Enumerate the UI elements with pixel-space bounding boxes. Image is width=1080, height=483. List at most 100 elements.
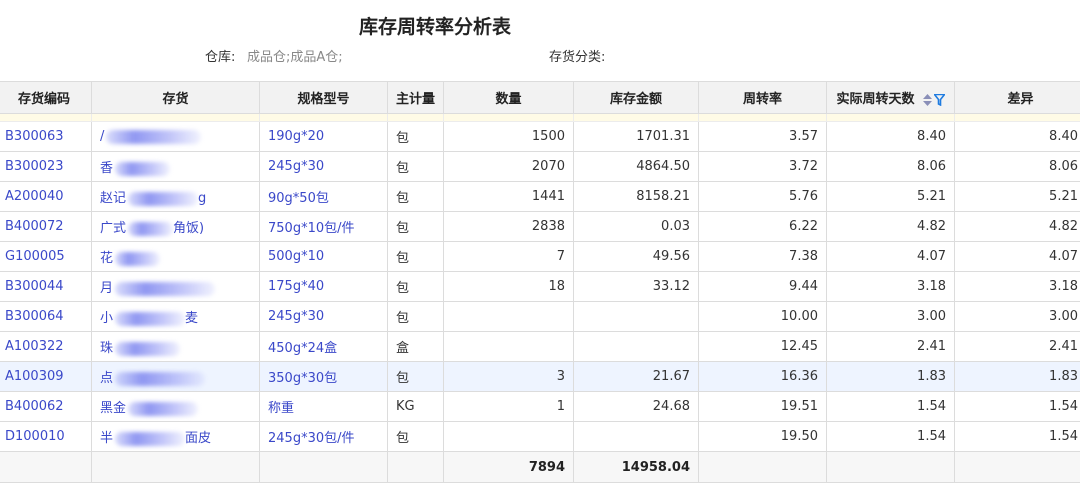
col-unit[interactable]: 主计量 xyxy=(387,81,444,114)
item-name-text: 小 xyxy=(100,311,114,326)
table-row[interactable]: B400072 广式 角饭) 750g*10包/件包 2838 0.03 6.22 4.82 4… xyxy=(0,211,1080,242)
diff-cell: 4.82 xyxy=(954,211,1080,242)
col-spec[interactable]: 规格型号 xyxy=(259,81,388,114)
redacted-text xyxy=(115,281,216,296)
item-code-cell[interactable]: G100005 xyxy=(0,241,92,272)
spec-cell[interactable]: 750g*10包/件 xyxy=(259,211,388,242)
item-name-cell[interactable]: 月 xyxy=(91,271,260,302)
item-name-tail: 面皮 xyxy=(185,431,212,446)
rate-cell: 19.51 xyxy=(698,391,827,422)
item-code-cell[interactable]: B300063 xyxy=(0,121,92,152)
total-empty-cell xyxy=(0,451,92,483)
item-code-cell[interactable]: B400072 xyxy=(0,211,92,242)
unit-cell: 包 xyxy=(387,181,444,212)
rate-cell: 5.76 xyxy=(698,181,827,212)
amount-cell: 1701.31 xyxy=(573,121,699,152)
table-row[interactable]: A200040 赵记 g 90g*50包包 1441 8158.21 5.76 5.21 5.2… xyxy=(0,181,1080,212)
item-name-cell[interactable]: 广式 角饭) xyxy=(91,211,260,242)
header-row: 存货编码 存货 规格型号 主计量 数量 库存金额 周转率 实际周转天数 差异 xyxy=(0,81,1080,114)
item-name-text: 花 xyxy=(100,251,114,266)
item-code-cell[interactable]: A100322 xyxy=(0,331,92,362)
redacted-text xyxy=(106,129,202,144)
item-name-cell[interactable]: 半 面皮 xyxy=(91,421,260,452)
item-code-cell[interactable]: B400062 xyxy=(0,391,92,422)
amount-cell xyxy=(573,421,699,452)
item-name-tail: 角饭) xyxy=(173,221,205,236)
spec-cell[interactable]: 245g*30 xyxy=(259,151,388,182)
days-cell: 3.18 xyxy=(826,271,955,302)
redacted-text xyxy=(128,401,199,416)
spec-cell[interactable]: 350g*30包 xyxy=(259,361,388,392)
spacer-row xyxy=(0,113,1080,122)
amount-cell: 0.03 xyxy=(573,211,699,242)
table-row[interactable]: B300023 香 245g*30 包 2070 4864.50 3.72 8.06 8.06 xyxy=(0,151,1080,182)
spec-cell[interactable]: 245g*30 xyxy=(259,301,388,332)
item-name-text: 月 xyxy=(100,281,114,296)
table-row[interactable]: D100010 半面皮 245g*30包/件包 19.50 1.54 1.54 xyxy=(0,421,1080,452)
table-row[interactable]: B300064 小麦 245g*30 包 10.00 3.00 3.00 xyxy=(0,301,1080,332)
item-code-cell[interactable]: A100309 xyxy=(0,361,92,392)
unit-cell: 包 xyxy=(387,121,444,152)
col-qty[interactable]: 数量 xyxy=(443,81,574,114)
spec-cell[interactable]: 175g*40 xyxy=(259,271,388,302)
item-name-cell[interactable]: 点 xyxy=(91,361,260,392)
item-name-cell[interactable]: / xyxy=(91,121,260,152)
spec-cell[interactable]: 90g*50包 xyxy=(259,181,388,212)
amount-cell: 49.56 xyxy=(573,241,699,272)
total-empty-cell xyxy=(259,451,388,483)
item-name-cell[interactable]: 珠 xyxy=(91,331,260,362)
qty-cell xyxy=(443,301,574,332)
item-name-cell[interactable]: 小麦 xyxy=(91,301,260,332)
amount-cell: 33.12 xyxy=(573,271,699,302)
item-name-text: 点 xyxy=(100,371,114,386)
diff-cell: 2.41 xyxy=(954,331,1080,362)
sort-updown-icon[interactable] xyxy=(922,93,932,106)
spec-cell[interactable]: 称重 xyxy=(259,391,388,422)
redacted-text xyxy=(115,371,206,386)
days-cell: 1.54 xyxy=(826,421,955,452)
col-days[interactable]: 实际周转天数 xyxy=(826,81,955,114)
item-name-cell[interactable]: 香 xyxy=(91,151,260,182)
redacted-text xyxy=(128,221,174,236)
rate-cell: 9.44 xyxy=(698,271,827,302)
warehouse-value[interactable]: 成品仓;成品A仓; xyxy=(247,46,343,65)
qty-cell: 2070 xyxy=(443,151,574,182)
spec-cell[interactable]: 190g*20 xyxy=(259,121,388,152)
item-name-cell[interactable]: 花 xyxy=(91,241,260,272)
days-cell: 4.82 xyxy=(826,211,955,242)
days-cell: 2.41 xyxy=(826,331,955,362)
col-diff[interactable]: 差异 xyxy=(954,81,1080,114)
table-row[interactable]: B300063/190g*20 包 1500 1701.31 3.57 8.40 8.40 xyxy=(0,121,1080,152)
total-empty-cell xyxy=(387,451,444,483)
col-code[interactable]: 存货编码 xyxy=(0,81,92,114)
col-item[interactable]: 存货 xyxy=(91,81,260,114)
table-row[interactable]: A100309 点 350g*30包包 3 21.67 16.36 1.83 1.83 xyxy=(0,361,1080,392)
diff-cell: 4.07 xyxy=(954,241,1080,272)
item-name-cell[interactable]: 黑金 xyxy=(91,391,260,422)
redacted-text xyxy=(115,341,181,356)
table-row[interactable]: B300044 月 175g*40 包 18 33.12 9.44 3.18 3.18 xyxy=(0,271,1080,302)
unit-cell: 包 xyxy=(387,271,444,302)
days-cell: 5.21 xyxy=(826,181,955,212)
table-row[interactable]: A100322 珠 450g*24盒盒 12.45 2.41 2.41 xyxy=(0,331,1080,362)
spec-cell[interactable]: 450g*24盒 xyxy=(259,331,388,362)
item-code-cell[interactable]: B300064 xyxy=(0,301,92,332)
spec-cell[interactable]: 500g*10 xyxy=(259,241,388,272)
item-code-cell[interactable]: B300023 xyxy=(0,151,92,182)
spec-cell[interactable]: 245g*30包/件 xyxy=(259,421,388,452)
item-code-cell[interactable]: B300044 xyxy=(0,271,92,302)
table-row[interactable]: G100005 花 500g*10 包 7 49.56 7.38 4.07 4.07 xyxy=(0,241,1080,272)
diff-cell: 1.54 xyxy=(954,421,1080,452)
item-code-cell[interactable]: D100010 xyxy=(0,421,92,452)
redacted-text xyxy=(115,161,171,176)
col-amount[interactable]: 库存金额 xyxy=(573,81,699,114)
col-rate[interactable]: 周转率 xyxy=(698,81,827,114)
redacted-text xyxy=(115,431,186,446)
item-code-cell[interactable]: A200040 xyxy=(0,181,92,212)
filter-icon[interactable] xyxy=(932,93,946,106)
item-name-cell[interactable]: 赵记 g xyxy=(91,181,260,212)
table-row[interactable]: B400062 黑金 称重 KG 1 24.68 19.51 1.54 1.54 xyxy=(0,391,1080,422)
days-cell: 8.06 xyxy=(826,151,955,182)
qty-cell: 1441 xyxy=(443,181,574,212)
qty-cell: 1500 xyxy=(443,121,574,152)
